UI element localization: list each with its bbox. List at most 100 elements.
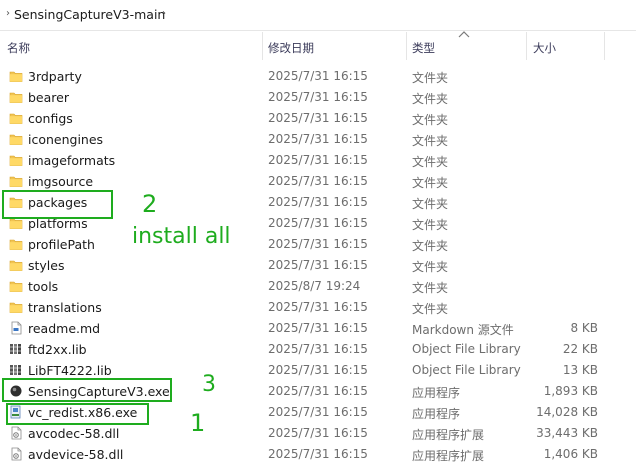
- column-header-modified[interactable]: 修改日期: [268, 40, 314, 56]
- sort-ascending-icon: [458, 31, 470, 38]
- markdown-file-icon: [9, 321, 23, 335]
- file-type: 文件夹: [412, 71, 449, 85]
- file-size: 14,028 KB: [536, 405, 598, 419]
- dll-file-icon: [9, 447, 23, 461]
- file-modified-date: 2025/7/31 16:15: [268, 384, 368, 398]
- folder-icon: [9, 237, 23, 251]
- file-name: styles: [28, 258, 65, 273]
- annotation-step-3: 3: [202, 372, 216, 397]
- annotation-step-1: 1: [190, 409, 206, 437]
- file-row[interactable]: imgsource 2025/7/31 16:15 文件夹: [0, 171, 636, 192]
- file-type: Markdown 源文件: [412, 323, 514, 337]
- file-row[interactable]: avdevice-58.dll 2025/7/31 16:15 应用程序扩展 1,40…: [0, 444, 636, 465]
- file-type: 应用程序扩展: [412, 428, 485, 442]
- annotation-step-2: 2: [142, 190, 158, 218]
- file-modified-date: 2025/7/31 16:15: [268, 237, 368, 251]
- folder-icon: [9, 111, 23, 125]
- library-file-icon: [9, 363, 23, 377]
- file-name: avdevice-58.dll: [28, 447, 124, 462]
- column-divider[interactable]: [526, 32, 527, 60]
- column-header-size[interactable]: 大小: [533, 40, 556, 56]
- folder-icon: [9, 258, 23, 272]
- file-modified-date: 2025/7/31 16:15: [268, 342, 368, 356]
- file-modified-date: 2025/7/31 16:15: [268, 90, 368, 104]
- file-row[interactable]: translations 2025/7/31 16:15 文件夹: [0, 297, 636, 318]
- file-type: 文件夹: [412, 239, 449, 253]
- file-type: 文件夹: [412, 92, 449, 106]
- file-type: 文件夹: [412, 176, 449, 190]
- file-name: profilePath: [28, 237, 95, 252]
- breadcrumb-chevron-icon[interactable]: ›: [162, 8, 166, 20]
- annotation-install-all: install all: [132, 224, 231, 249]
- file-name: 3rdparty: [28, 69, 82, 84]
- folder-icon: [9, 300, 23, 314]
- breadcrumb-folder[interactable]: SensingCaptureV3-main: [14, 7, 165, 22]
- file-modified-date: 2025/7/31 16:15: [268, 321, 368, 335]
- file-size: 13 KB: [562, 363, 598, 377]
- file-size: 22 KB: [562, 342, 598, 356]
- file-type: 应用程序: [412, 386, 461, 400]
- address-bar[interactable]: › SensingCaptureV3-main ›: [0, 0, 636, 31]
- column-header-type[interactable]: 类型: [412, 40, 435, 56]
- file-row[interactable]: tools 2025/8/7 19:24 文件夹: [0, 276, 636, 297]
- file-modified-date: 2025/7/31 16:15: [268, 69, 368, 83]
- file-type: 文件夹: [412, 302, 449, 316]
- file-modified-date: 2025/7/31 16:15: [268, 300, 368, 314]
- column-divider[interactable]: [604, 32, 605, 60]
- folder-icon: [9, 174, 23, 188]
- file-size: 33,443 KB: [536, 426, 598, 440]
- file-modified-date: 2025/7/31 16:15: [268, 426, 368, 440]
- file-row[interactable]: avcodec-58.dll 2025/7/31 16:15 应用程序扩展 33,44…: [0, 423, 636, 444]
- file-type: 文件夹: [412, 281, 449, 295]
- file-name: readme.md: [28, 321, 101, 336]
- folder-icon: [9, 279, 23, 293]
- annotation-box-sensingcapture: [2, 378, 172, 402]
- file-row[interactable]: bearer 2025/7/31 16:15 文件夹: [0, 87, 636, 108]
- folder-icon: [9, 69, 23, 83]
- library-file-icon: [9, 342, 23, 356]
- file-modified-date: 2025/7/31 16:15: [268, 111, 368, 125]
- file-name: LibFT4222.lib: [28, 363, 112, 378]
- file-size: 1,893 KB: [543, 384, 598, 398]
- file-type: Object File Library: [412, 342, 521, 356]
- file-type: 文件夹: [412, 113, 449, 127]
- file-name: configs: [28, 111, 73, 126]
- file-row[interactable]: readme.md 2025/7/31 16:15 Markdown 源文件 8 KB: [0, 318, 636, 339]
- file-type: 文件夹: [412, 197, 449, 211]
- file-modified-date: 2025/7/31 16:15: [268, 363, 368, 377]
- file-row[interactable]: configs 2025/7/31 16:15 文件夹: [0, 108, 636, 129]
- file-name: tools: [28, 279, 59, 294]
- file-modified-date: 2025/8/7 19:24: [268, 279, 361, 293]
- file-modified-date: 2025/7/31 16:15: [268, 405, 368, 419]
- annotation-box-packages: [2, 190, 113, 219]
- dll-file-icon: [9, 426, 23, 440]
- file-row[interactable]: iconengines 2025/7/31 16:15 文件夹: [0, 129, 636, 150]
- file-modified-date: 2025/7/31 16:15: [268, 216, 368, 230]
- folder-icon: [9, 132, 23, 146]
- column-divider[interactable]: [406, 32, 407, 60]
- file-row[interactable]: imageformats 2025/7/31 16:15 文件夹: [0, 150, 636, 171]
- file-name: bearer: [28, 90, 69, 105]
- file-modified-date: 2025/7/31 16:15: [268, 174, 368, 188]
- column-header-name[interactable]: 名称: [7, 40, 30, 56]
- file-row[interactable]: styles 2025/7/31 16:15 文件夹: [0, 255, 636, 276]
- file-modified-date: 2025/7/31 16:15: [268, 132, 368, 146]
- file-type: 文件夹: [412, 260, 449, 274]
- file-type: 应用程序扩展: [412, 449, 485, 463]
- file-name: ftd2xx.lib: [28, 342, 87, 357]
- file-type: Object File Library: [412, 363, 521, 377]
- file-name: imageformats: [28, 153, 116, 168]
- file-modified-date: 2025/7/31 16:15: [268, 153, 368, 167]
- file-type: 文件夹: [412, 155, 449, 169]
- file-name: imgsource: [28, 174, 94, 189]
- column-divider[interactable]: [262, 32, 263, 60]
- file-row[interactable]: 3rdparty 2025/7/31 16:15 文件夹: [0, 66, 636, 87]
- file-modified-date: 2025/7/31 16:15: [268, 258, 368, 272]
- folder-icon: [9, 153, 23, 167]
- file-modified-date: 2025/7/31 16:15: [268, 195, 368, 209]
- file-row[interactable]: ftd2xx.lib 2025/7/31 16:15 Object File Lib…: [0, 339, 636, 360]
- file-name: avcodec-58.dll: [28, 426, 120, 441]
- file-row[interactable]: profilePath 2025/7/31 16:15 文件夹: [0, 234, 636, 255]
- annotation-box-vc-redist: [6, 403, 149, 425]
- file-name: translations: [28, 300, 102, 315]
